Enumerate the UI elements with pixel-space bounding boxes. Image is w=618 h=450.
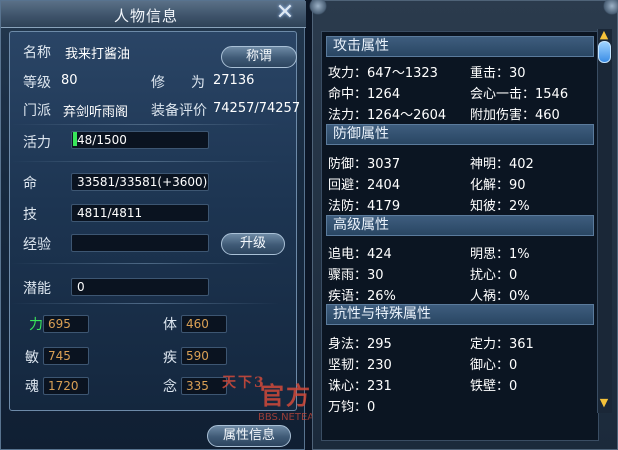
sect-label: 门派 [23, 103, 51, 119]
vitality-bar-fill [73, 132, 77, 146]
upgrade-button[interactable]: 升级 [221, 233, 285, 255]
agility-value: 745 [43, 347, 89, 365]
corner-ornament-icon [603, 0, 618, 15]
sect-value: 弃剑听雨阁 [63, 105, 129, 120]
hp-value: 33581/33581(+3600) [77, 175, 208, 189]
critical-hit: 会心一击：1546 [470, 87, 569, 102]
cultivation-label: 修 [151, 75, 165, 91]
constitution-label: 体 [163, 317, 177, 333]
soul-seduce: 诛心：231 [328, 379, 392, 394]
toughness: 坚韧：230 [328, 358, 392, 373]
defense: 防御：3037 [328, 157, 401, 172]
strength-value: 695 [43, 315, 89, 333]
insight: 知彼：2% [470, 199, 530, 214]
potential-value: 0 [77, 280, 85, 294]
attributes-list[interactable]: 攻击属性 攻力：647～1323 重击：30 命中：1264 会心一击：1546… [321, 31, 599, 441]
divider [11, 263, 279, 264]
strength-label: 力 [29, 317, 43, 333]
attack-power: 攻力：647～1323 [328, 66, 438, 81]
hp-label: 命 [23, 176, 37, 192]
attack-section-header: 攻击属性 [326, 36, 594, 57]
soul-value: 1720 [43, 377, 89, 395]
evasion: 回避：2404 [328, 178, 401, 193]
constitution-value: 460 [181, 315, 227, 333]
name-value: 我来打酱油 [65, 47, 131, 62]
character-info-panel: 人物信息 ✕ 名称 我来打酱油 称谓 等级 80 修 为 27136 门派 弃剑… [0, 0, 306, 450]
chase: 追电：424 [328, 247, 392, 262]
vitality-value: 48/1500 [77, 133, 127, 147]
clear-thought: 明思：1% [470, 247, 530, 262]
attribute-info-button[interactable]: 属性信息 [207, 425, 291, 447]
vitality-label: 活力 [23, 135, 51, 151]
speed-label: 疾 [163, 350, 177, 366]
special-section-header: 抗性与特殊属性 [326, 304, 594, 325]
extra-damage: 附加伤害：460 [470, 108, 560, 123]
skill-value: 4811/4811 [77, 206, 143, 220]
mind-guard: 御心：0 [470, 358, 518, 373]
equip-rating-value: 74257/74257 [213, 101, 301, 116]
level-label: 等级 [23, 75, 51, 91]
magic-power: 法力：1264～2604 [328, 108, 447, 123]
scroll-up-icon[interactable]: ▲ [597, 29, 611, 41]
dissolve: 化解：90 [470, 178, 526, 193]
vitality-bar: 48/1500 [71, 131, 209, 149]
divider [11, 161, 279, 162]
equip-rating-label: 装备评价 [151, 103, 207, 119]
sudden-rain: 骤雨：30 [328, 268, 384, 283]
exp-label: 经验 [23, 237, 51, 253]
exp-bar [71, 234, 209, 252]
defense-section-header: 防御属性 [326, 124, 594, 145]
title-button[interactable]: 称谓 [221, 46, 297, 68]
divider [11, 303, 279, 304]
mind-value: 335 [181, 377, 227, 395]
potential-label: 潜能 [23, 281, 51, 297]
close-icon[interactable]: ✕ [273, 2, 297, 24]
divider [11, 124, 279, 125]
skill-label: 技 [23, 207, 37, 223]
agility-label: 敏 [25, 350, 39, 366]
iron-wall: 铁壁：0 [470, 379, 518, 394]
advanced-section-header: 高级属性 [326, 215, 594, 236]
level-value: 80 [61, 73, 78, 88]
cultivation-label-2: 为 [191, 75, 205, 91]
name-label: 名称 [23, 45, 51, 61]
scroll-down-icon[interactable]: ▼ [597, 397, 611, 409]
body-method: 身法：295 [328, 337, 392, 352]
skill-bar: 4811/4811 [71, 204, 209, 222]
soul-label: 魂 [25, 379, 39, 395]
heavy-hit: 重击：30 [470, 66, 526, 81]
title-bar[interactable]: 人物信息 ✕ [1, 1, 306, 28]
swift-words: 疾语：26% [328, 289, 396, 304]
potential-bar: 0 [71, 278, 209, 296]
speed-value: 590 [181, 347, 227, 365]
window-title: 人物信息 [113, 7, 178, 25]
attributes-panel: 攻击属性 攻力：647～1323 重击：30 命中：1264 会心一击：1546… [309, 0, 618, 450]
accuracy: 命中：1264 [328, 87, 401, 102]
scrollbar[interactable] [597, 29, 612, 413]
cultivation-value: 27136 [213, 73, 255, 88]
magic-defense: 法防：4179 [328, 199, 401, 214]
wan-jun: 万钧：0 [328, 400, 376, 415]
human-calamity: 人祸：0% [470, 289, 530, 304]
fixed-force: 定力：361 [470, 337, 534, 352]
corner-ornament-icon [309, 0, 327, 15]
divine: 神明：402 [470, 157, 534, 172]
disturb: 扰心：0 [470, 268, 518, 283]
scrollbar-thumb[interactable] [598, 41, 611, 63]
mind-label: 念 [163, 379, 177, 395]
hp-bar: 33581/33581(+3600) [71, 173, 209, 191]
